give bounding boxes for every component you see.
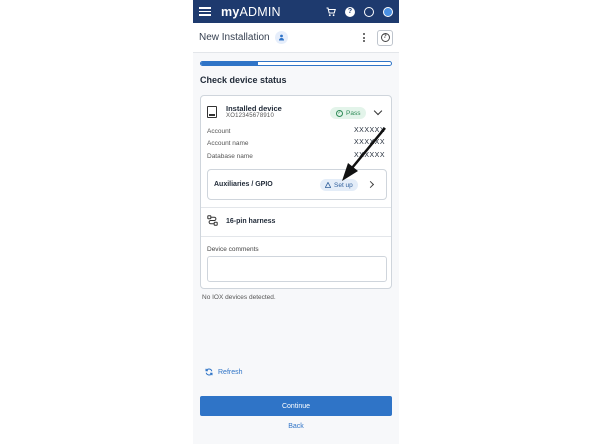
chevron-down-icon[interactable] bbox=[373, 106, 383, 116]
person-icon[interactable] bbox=[274, 31, 288, 44]
device-serial: XO12345678910 bbox=[226, 113, 274, 119]
status-badge: ✓ Pass bbox=[330, 107, 367, 119]
page-header: New Installation ? bbox=[193, 23, 399, 53]
section-title: Check device status bbox=[200, 75, 287, 85]
cart-icon[interactable] bbox=[326, 6, 336, 17]
refresh-button[interactable]: Refresh bbox=[205, 368, 243, 376]
user-avatar-icon[interactable] bbox=[383, 6, 393, 17]
app-screen: myADMIN ? New Installation ? Check devic… bbox=[193, 0, 399, 444]
page-title: New Installation bbox=[199, 32, 270, 43]
help-button[interactable]: ? bbox=[377, 29, 393, 46]
chevron-right-icon bbox=[366, 180, 375, 189]
setup-badge[interactable]: Set up bbox=[320, 179, 358, 191]
warning-icon bbox=[325, 182, 331, 188]
status-badge-label: Pass bbox=[346, 109, 361, 117]
question-icon: ? bbox=[380, 33, 390, 42]
harness-icon bbox=[207, 215, 218, 226]
top-bar: myADMIN ? bbox=[193, 0, 399, 23]
installed-device-row[interactable]: Installed device XO12345678910 ✓ Pass bbox=[201, 96, 391, 126]
database-name-value: XXXXXX bbox=[353, 152, 385, 159]
divider bbox=[201, 207, 391, 208]
device-icon bbox=[207, 106, 217, 118]
globe-icon[interactable] bbox=[364, 6, 374, 17]
refresh-label: Refresh bbox=[218, 368, 243, 376]
device-name: Installed device bbox=[226, 104, 282, 113]
progress-fill bbox=[201, 62, 258, 65]
refresh-icon bbox=[205, 368, 213, 376]
menu-icon[interactable] bbox=[199, 7, 211, 16]
check-circle-icon: ✓ bbox=[336, 109, 343, 117]
harness-label: 16-pin harness bbox=[226, 218, 276, 225]
device-comments-input[interactable] bbox=[207, 256, 387, 282]
app-logo[interactable]: myADMIN bbox=[221, 5, 281, 19]
auxiliaries-gpio-row[interactable]: Auxiliaries / GPIO Set up bbox=[207, 169, 387, 200]
divider bbox=[201, 236, 391, 237]
help-icon[interactable]: ? bbox=[345, 6, 355, 17]
account-name-label: Account name bbox=[207, 140, 249, 147]
device-card: Installed device XO12345678910 ✓ Pass Ac… bbox=[200, 95, 392, 289]
auxiliaries-label: Auxiliaries / GPIO bbox=[214, 181, 273, 188]
database-name-label: Database name bbox=[207, 153, 253, 160]
logo-my: my bbox=[221, 4, 240, 19]
top-icons: ? bbox=[326, 6, 393, 17]
progress-bar bbox=[200, 61, 392, 66]
account-value: XXXXXX bbox=[353, 127, 385, 134]
account-name-value: XXXXXX bbox=[353, 139, 385, 146]
no-iox-message: No IOX devices detected. bbox=[202, 294, 276, 301]
setup-badge-label: Set up bbox=[334, 181, 353, 189]
comments-label: Device comments bbox=[207, 246, 259, 253]
continue-button[interactable]: Continue bbox=[200, 396, 392, 416]
back-link[interactable]: Back bbox=[193, 423, 399, 430]
account-label: Account bbox=[207, 128, 231, 135]
logo-admin: ADMIN bbox=[239, 4, 281, 19]
more-options-icon[interactable] bbox=[363, 33, 365, 42]
